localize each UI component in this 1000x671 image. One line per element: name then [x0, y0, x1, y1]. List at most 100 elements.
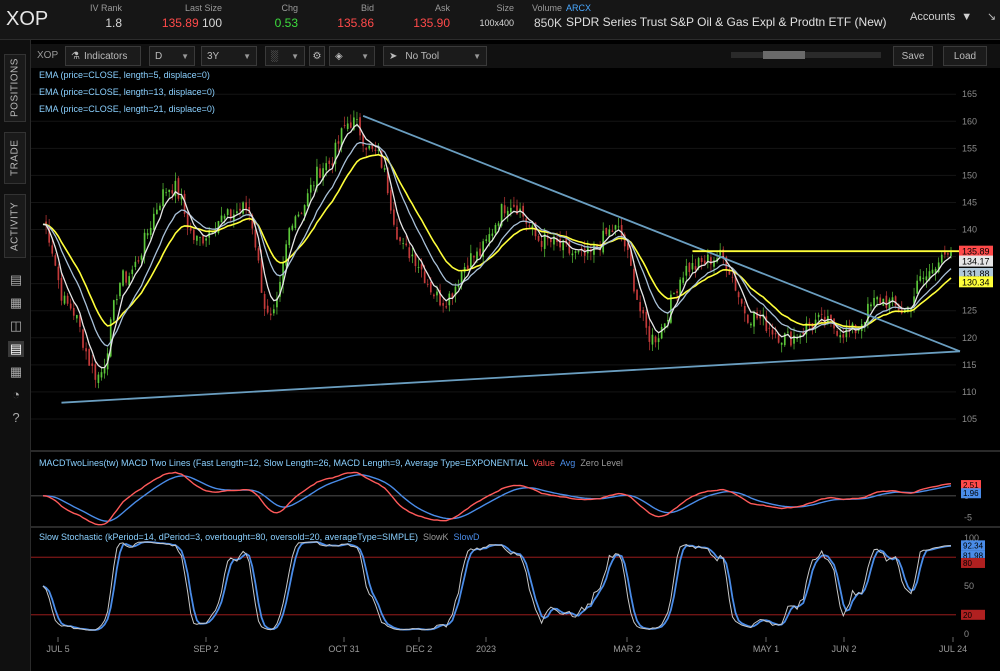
macd-legend-value: Value: [533, 458, 555, 468]
candle-body: [298, 215, 300, 217]
candle-body: [602, 231, 604, 253]
save-button[interactable]: Save: [893, 46, 933, 66]
drawing-style-select[interactable]: ◈▼: [329, 46, 375, 66]
bid: Bid 135.86: [330, 3, 374, 30]
candle-body: [82, 329, 84, 347]
grid-icon[interactable]: ▦: [8, 364, 24, 380]
iv-rank: IV Rank 1.8: [84, 3, 122, 30]
candle-body: [658, 338, 660, 342]
candle-body: [67, 296, 69, 304]
beaker-icon: ⚗: [71, 51, 80, 62]
price-label: 130.34: [962, 277, 990, 287]
price-label: 134.17: [962, 257, 990, 267]
ema21-label: EMA (price=CLOSE, length=21, displace=0): [39, 104, 215, 114]
candle-body: [245, 202, 247, 208]
candle-body: [485, 239, 487, 241]
indicators-button[interactable]: ⚗Indicators: [65, 46, 141, 66]
tool-value: No Tool: [405, 51, 439, 62]
size2-value: 100x400: [470, 18, 514, 28]
volume-value: 850K: [522, 16, 562, 30]
candle-body: [510, 208, 512, 212]
stoch-study-label: Slow Stochastic (kPeriod=14, dPeriod=3, …: [39, 532, 480, 542]
candle-body: [532, 226, 534, 228]
settings-button[interactable]: ⚙: [309, 46, 325, 66]
left-rail: POSITIONS TRADE ACTIVITY ▤ ▦ ◫ ▤ ▦ ◔ ?: [0, 40, 31, 671]
tab-positions[interactable]: POSITIONS: [4, 54, 26, 122]
interval-select[interactable]: D▼: [149, 46, 195, 66]
candle-body: [944, 252, 946, 255]
tab-trade[interactable]: TRADE: [4, 132, 26, 184]
time-scrollbar[interactable]: [731, 52, 881, 58]
candle-body: [98, 375, 100, 383]
candle-body: [870, 305, 872, 307]
candle-body: [365, 148, 367, 150]
candle-body: [236, 211, 238, 213]
candle-body: [445, 306, 447, 307]
volume-label: Volume: [522, 3, 562, 13]
candle-body: [153, 214, 155, 230]
candle-body: [101, 372, 103, 377]
macd-tick-label: -5: [964, 512, 972, 522]
price-tick-label: 115: [962, 360, 976, 370]
time-scrollbar-thumb[interactable]: [763, 51, 805, 59]
candle-body: [772, 330, 774, 335]
help-icon[interactable]: ?: [8, 410, 24, 426]
chart-background: [31, 68, 1000, 671]
symbol-title[interactable]: XOP: [6, 8, 48, 31]
ema5-label: EMA (price=CLOSE, length=5, displace=0): [39, 70, 210, 80]
candle-body: [412, 255, 414, 257]
candle-body: [781, 343, 783, 345]
candle-body: [504, 205, 506, 213]
macd-study-label: MACDTwoLines(tw) MACD Two Lines (Fast Le…: [39, 458, 623, 468]
candle-body: [273, 309, 275, 313]
macd-legend-avg: Avg: [560, 458, 575, 468]
candle-body: [495, 225, 497, 233]
candle-body: [741, 299, 743, 304]
tab-activity[interactable]: ACTIVITY: [4, 194, 26, 258]
candle-body: [879, 298, 881, 304]
chart-icon[interactable]: ▤: [8, 341, 24, 357]
ask: Ask 135.90: [406, 3, 450, 30]
candle-body: [645, 312, 647, 328]
candle-body: [568, 242, 570, 254]
range-select[interactable]: 3Y▼: [201, 46, 257, 66]
candle-body: [242, 202, 244, 213]
candle-body: [368, 145, 370, 148]
chart-canvas[interactable]: 105110115120125130135140145150155160165 …: [31, 68, 1000, 671]
tool-select[interactable]: ➤No Tool▼: [383, 46, 487, 66]
last-size-label: Last Size: [150, 3, 222, 13]
accounts-menu[interactable]: Accounts▼: [910, 11, 972, 23]
dock-close-icon[interactable]: ↘: [987, 10, 996, 23]
candle-body: [301, 213, 303, 214]
news-icon[interactable]: ▤: [8, 272, 24, 288]
candle-body: [473, 256, 475, 258]
candle-body: [199, 237, 201, 238]
change: Chg 0.53: [262, 3, 298, 30]
load-button[interactable]: Load: [943, 46, 987, 66]
stoch-legend-slowk: SlowK: [423, 532, 449, 542]
tv-icon[interactable]: ◫: [8, 318, 24, 334]
candle-body: [350, 122, 352, 127]
price-label: 135.89: [962, 247, 990, 257]
gauge-icon[interactable]: ◔: [8, 387, 24, 403]
candle-body: [359, 117, 361, 135]
candle-body: [116, 299, 118, 300]
candle-body: [676, 291, 678, 293]
candle-body: [70, 304, 72, 309]
candle-body: [578, 251, 580, 252]
candle-body: [467, 265, 469, 269]
calculator-icon[interactable]: ▦: [8, 295, 24, 311]
candle-body: [375, 150, 377, 151]
accounts-label: Accounts: [910, 11, 955, 23]
stoch-study-name: Slow Stochastic (kPeriod=14, dPeriod=3, …: [39, 532, 418, 542]
candle-body: [196, 236, 198, 241]
candle-body: [821, 314, 823, 315]
candle-body: [605, 228, 607, 234]
candle-body: [54, 255, 56, 265]
candle-body: [258, 248, 260, 260]
candle-body: [202, 236, 204, 243]
chart-style-select[interactable]: ░▼: [265, 46, 305, 66]
candle-body: [701, 258, 703, 262]
stoch-value-label: 80: [963, 559, 972, 568]
last-price: 135.89: [162, 16, 199, 30]
